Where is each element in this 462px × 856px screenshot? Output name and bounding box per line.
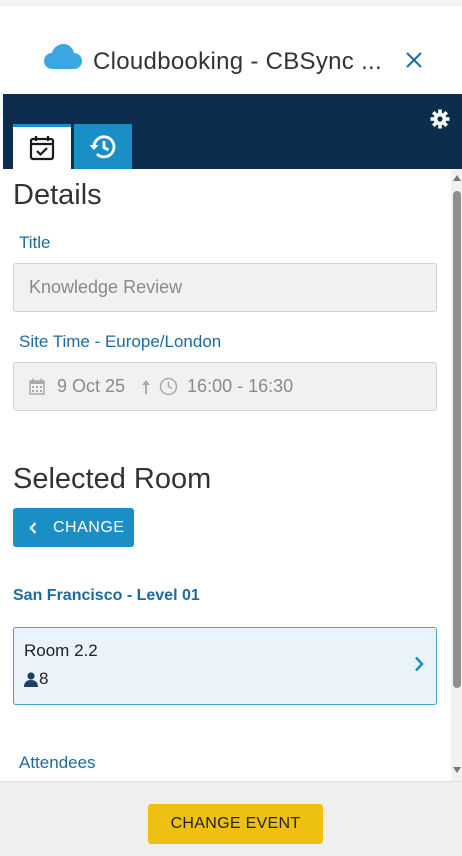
scroll-thumb[interactable] xyxy=(453,191,461,688)
room-capacity: 8 xyxy=(24,669,48,689)
room-card[interactable]: Room 2.2 8 xyxy=(13,627,437,705)
site-time-field[interactable]: 9 Oct 25 16:00 - 16:30 xyxy=(13,362,437,411)
person-icon xyxy=(24,671,38,687)
chevron-left-icon xyxy=(29,521,37,534)
chevron-right-icon xyxy=(415,656,424,672)
change-event-button[interactable]: CHANGE EVENT xyxy=(148,804,323,844)
app-title: Cloudbooking - CBSync ... xyxy=(93,48,382,75)
title-value: Knowledge Review xyxy=(29,277,183,297)
scrollbar[interactable] xyxy=(451,169,462,781)
time-range-value: 16:00 - 16:30 xyxy=(187,376,294,396)
cloud-logo-icon xyxy=(44,44,82,69)
calendar-check-icon xyxy=(29,136,55,161)
app-header: Cloudbooking - CBSync ... xyxy=(0,0,462,94)
clock-icon xyxy=(159,377,178,396)
tab-calendar[interactable] xyxy=(13,124,71,169)
change-room-button[interactable]: CHANGE xyxy=(13,508,134,547)
nav-bar xyxy=(3,94,462,169)
change-room-label: CHANGE xyxy=(53,518,125,536)
close-icon[interactable] xyxy=(404,50,424,70)
details-heading: Details xyxy=(13,179,102,211)
attendees-label: Attendees xyxy=(19,753,96,772)
title-field[interactable]: Knowledge Review xyxy=(13,263,437,312)
scroll-down-arrow-icon[interactable] xyxy=(453,767,461,773)
scroll-up-arrow-icon[interactable] xyxy=(453,175,461,181)
details-panel: Details Title Knowledge Review Site Time… xyxy=(3,169,449,781)
capacity-value: 8 xyxy=(39,669,49,688)
history-icon xyxy=(89,134,116,158)
room-name: Room 2.2 xyxy=(24,641,98,660)
title-label: Title xyxy=(19,233,51,252)
calendar-icon xyxy=(29,378,45,395)
arrow-up-icon xyxy=(142,379,151,394)
tab-history[interactable] xyxy=(74,124,132,169)
site-name: San Francisco - Level 01 xyxy=(13,587,200,604)
selected-room-heading: Selected Room xyxy=(13,463,212,495)
gear-icon[interactable] xyxy=(430,109,450,129)
footer-bar: CHANGE EVENT xyxy=(0,781,462,856)
date-value: 9 Oct 25 xyxy=(57,376,126,396)
site-time-label: Site Time - Europe/London xyxy=(19,332,222,351)
